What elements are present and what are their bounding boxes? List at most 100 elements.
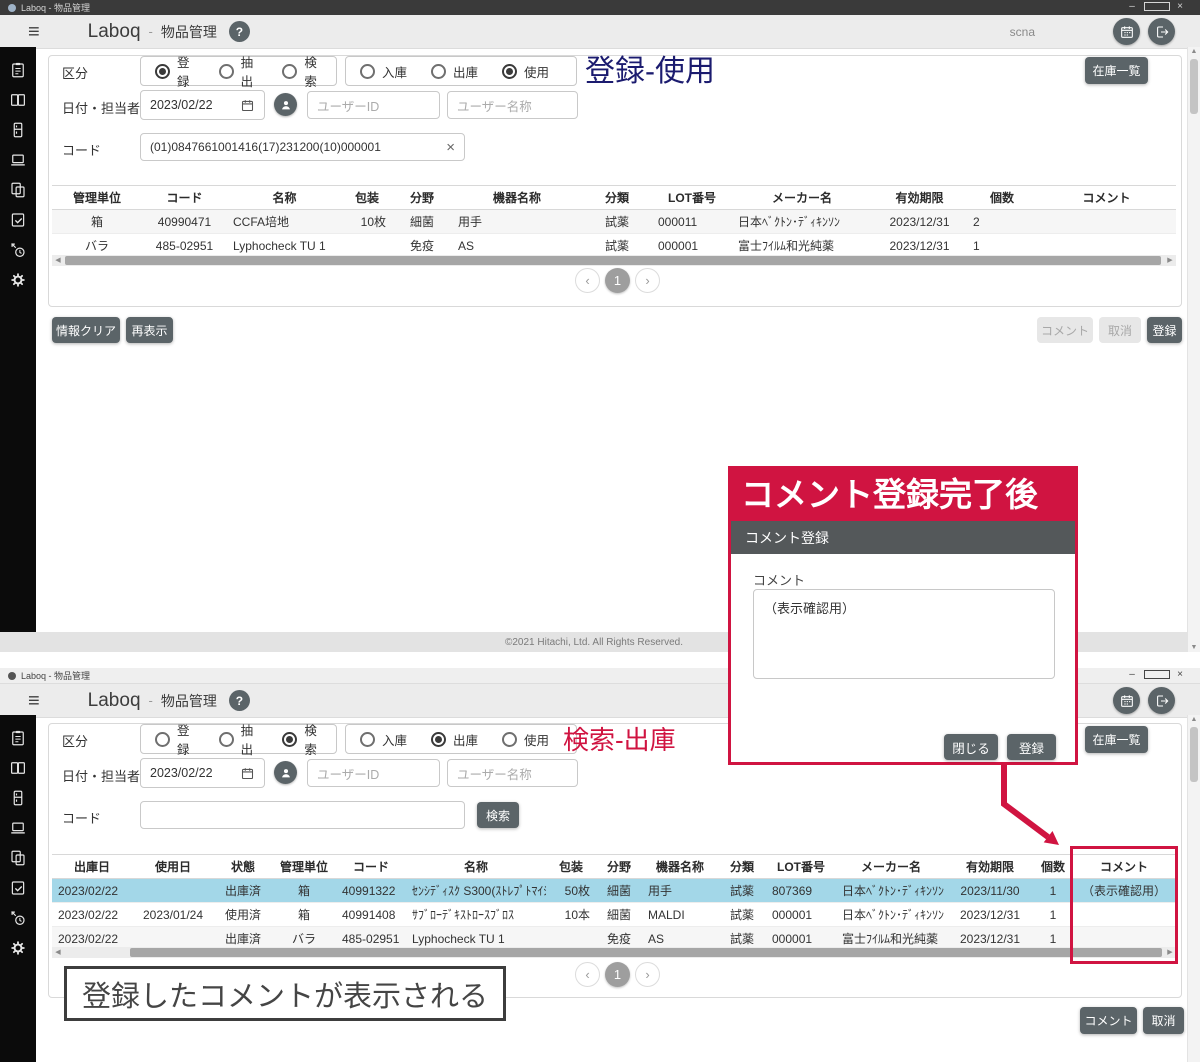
clipboard-check-icon[interactable]: [9, 879, 27, 897]
code-input[interactable]: (01)0847661001416(17)231200(10)000001 ×: [140, 133, 465, 161]
minimize-button[interactable]: –: [1120, 0, 1144, 16]
scrollbar-thumb[interactable]: [130, 948, 1162, 957]
date-input[interactable]: 2023/02/22: [140, 90, 265, 120]
search-button[interactable]: 検索: [477, 802, 519, 828]
comment-button[interactable]: コメント: [1080, 1007, 1137, 1034]
next-page-button[interactable]: ›: [635, 268, 660, 293]
clipboard-check-icon[interactable]: [9, 211, 27, 229]
radio-kensaku[interactable]: 検索: [282, 720, 322, 758]
info-clear-button[interactable]: 情報クリア: [52, 317, 120, 343]
scrollbar-thumb[interactable]: [65, 256, 1161, 265]
close-button[interactable]: ×: [1168, 668, 1192, 684]
clipboard-icon[interactable]: [9, 61, 27, 79]
modal-register-button[interactable]: 登録: [1007, 734, 1056, 760]
table-row-selected[interactable]: 2023/02/22 出庫済 箱 40991322 ｾﾝｼﾃﾞｨｽｸ S300(…: [52, 879, 1176, 903]
radio-nyuko[interactable]: 入庫: [360, 62, 407, 81]
modal-close-button[interactable]: 閉じる: [944, 734, 998, 760]
tools-clock-icon[interactable]: [9, 909, 27, 927]
scrollbar-thumb[interactable]: [1190, 59, 1198, 114]
stock-list-button[interactable]: 在庫一覧: [1085, 726, 1148, 753]
user-id-input[interactable]: ユーザーID: [307, 759, 440, 787]
copy-clipboard-icon[interactable]: [9, 181, 27, 199]
scroll-left-icon[interactable]: ◀: [52, 947, 64, 958]
book-icon[interactable]: [9, 91, 27, 109]
hamburger-menu-icon[interactable]: ≡: [28, 22, 40, 42]
radio-label: 抽出: [241, 720, 259, 758]
radio-shiyo[interactable]: 使用: [502, 62, 549, 81]
prev-page-button[interactable]: ‹: [575, 962, 600, 987]
code-label: コード: [62, 808, 101, 827]
calendar-button[interactable]: [1113, 687, 1140, 714]
radio-kensaku[interactable]: 検索: [282, 52, 322, 90]
calendar-icon: [1119, 24, 1135, 40]
laptop-icon[interactable]: [9, 151, 27, 169]
cancel-button[interactable]: 取消: [1143, 1007, 1184, 1034]
scroll-right-icon[interactable]: ▶: [1164, 255, 1176, 266]
radio-chushutsu[interactable]: 抽出: [219, 52, 259, 90]
logout-button[interactable]: [1148, 18, 1175, 45]
user-name-input[interactable]: ユーザー名称: [447, 91, 578, 119]
prev-page-button[interactable]: ‹: [575, 268, 600, 293]
radio-touroku[interactable]: 登録: [155, 52, 195, 90]
user-lookup-button[interactable]: [274, 93, 297, 116]
clipboard-icon[interactable]: [9, 729, 27, 747]
redisplay-button[interactable]: 再表示: [126, 317, 173, 343]
help-button[interactable]: ?: [229, 690, 250, 711]
cell: 細菌: [392, 213, 452, 230]
radio-shukko[interactable]: 出庫: [431, 62, 478, 81]
copy-clipboard-icon[interactable]: [9, 849, 27, 867]
user-name-input[interactable]: ユーザー名称: [447, 759, 578, 787]
logout-button[interactable]: [1148, 687, 1175, 714]
placeholder: ユーザー名称: [457, 764, 532, 783]
minimize-button[interactable]: –: [1120, 668, 1144, 684]
date-input[interactable]: 2023/02/22: [140, 758, 265, 788]
cancel-button[interactable]: 取消: [1099, 317, 1141, 343]
maximize-button[interactable]: [1144, 0, 1168, 16]
scroll-left-icon[interactable]: ◀: [52, 255, 64, 266]
comment-textarea[interactable]: （表示確認用）: [753, 589, 1055, 679]
next-page-button[interactable]: ›: [635, 962, 660, 987]
cell: 2023/02/22: [52, 932, 132, 946]
cell: 50枚: [546, 882, 596, 899]
current-page[interactable]: 1: [605, 268, 630, 293]
cell: 富士ﾌｲﾙﾑ和光純薬: [836, 930, 946, 947]
calendar-button[interactable]: [1113, 18, 1140, 45]
table-row[interactable]: 2023/02/22 2023/01/24 使用済 箱 40991408 ｻﾌﾞ…: [52, 903, 1176, 927]
settings-gear-icon[interactable]: [9, 939, 27, 957]
clear-icon[interactable]: ×: [446, 139, 455, 156]
radio-nyuko[interactable]: 入庫: [360, 730, 407, 749]
settings-gear-icon[interactable]: [9, 271, 27, 289]
current-page[interactable]: 1: [605, 962, 630, 987]
stock-list-button[interactable]: 在庫一覧: [1085, 57, 1148, 84]
vertical-scrollbar[interactable]: ▲: [1187, 715, 1200, 1062]
horizontal-scrollbar[interactable]: ◀ ▶: [52, 255, 1176, 266]
radio-shukko[interactable]: 出庫: [431, 730, 478, 749]
user-lookup-button[interactable]: [274, 761, 297, 784]
comment-button[interactable]: コメント: [1037, 317, 1093, 343]
laptop-icon[interactable]: [9, 819, 27, 837]
scroll-up-icon[interactable]: ▲: [1188, 716, 1200, 723]
book-icon[interactable]: [9, 759, 27, 777]
scroll-down-icon[interactable]: ▼: [1188, 644, 1200, 651]
help-button[interactable]: ?: [229, 21, 250, 42]
calendar-picker-icon[interactable]: [240, 766, 255, 781]
radio-touroku[interactable]: 登録: [155, 720, 195, 758]
brand-separator: -: [149, 693, 153, 708]
refrigerator-icon[interactable]: [9, 121, 27, 139]
refrigerator-icon[interactable]: [9, 789, 27, 807]
tools-clock-icon[interactable]: [9, 241, 27, 259]
maximize-button[interactable]: [1144, 668, 1168, 684]
radio-chushutsu[interactable]: 抽出: [219, 720, 259, 758]
scroll-up-icon[interactable]: ▲: [1188, 48, 1200, 55]
radio-shiyo[interactable]: 使用: [502, 730, 549, 749]
calendar-picker-icon[interactable]: [240, 98, 255, 113]
horizontal-scrollbar[interactable]: ◀ ▶: [52, 947, 1176, 958]
scrollbar-thumb[interactable]: [1190, 727, 1198, 782]
register-button[interactable]: 登録: [1147, 317, 1182, 343]
table-row[interactable]: 箱 40990471 CCFA培地 10枚 細菌 用手 試薬 000011 日本…: [52, 210, 1176, 234]
close-button[interactable]: ×: [1168, 0, 1192, 16]
hamburger-menu-icon[interactable]: ≡: [28, 691, 40, 711]
user-id-input[interactable]: ユーザーID: [307, 91, 440, 119]
code-input[interactable]: [140, 801, 465, 829]
vertical-scrollbar[interactable]: ▲ ▼: [1187, 47, 1200, 652]
